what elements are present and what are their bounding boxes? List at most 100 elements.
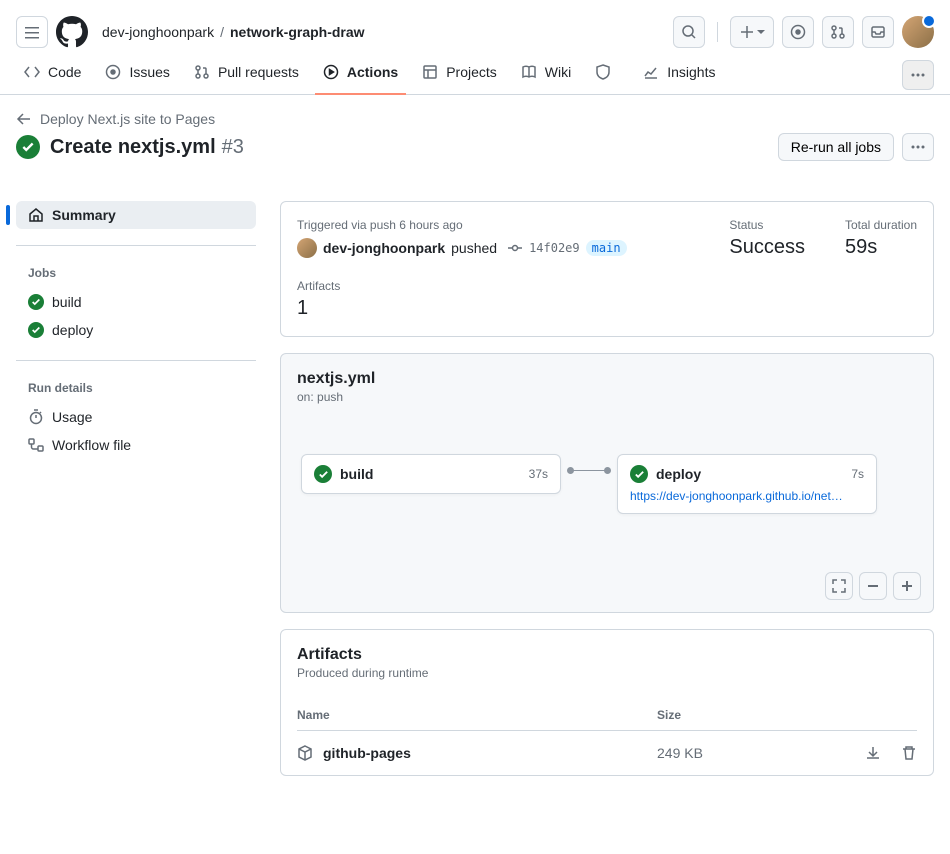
- check-icon: [28, 294, 44, 310]
- workflow-icon: [28, 437, 44, 453]
- workflow-trigger-label: on: push: [297, 390, 917, 404]
- rerun-all-jobs-button[interactable]: Re-run all jobs: [778, 133, 894, 161]
- tab-actions[interactable]: Actions: [315, 56, 406, 94]
- commit-sha-link[interactable]: 14f02e9: [529, 241, 580, 255]
- pusher-row: dev-jonghoonpark pushed 14f02e9 main: [297, 238, 689, 258]
- tab-wiki-label: Wiki: [545, 64, 571, 80]
- status-label: Status: [729, 218, 805, 232]
- delete-artifact-button[interactable]: [901, 745, 917, 761]
- tab-code[interactable]: Code: [16, 56, 89, 94]
- sidebar-workflow-file[interactable]: Workflow file: [16, 431, 256, 459]
- artifact-size: 249 KB: [657, 745, 817, 761]
- trash-icon: [901, 745, 917, 761]
- summary-panel: Triggered via push 6 hours ago dev-jongh…: [280, 201, 934, 337]
- back-link-label: Deploy Next.js site to Pages: [40, 111, 215, 127]
- shield-icon: [595, 64, 611, 80]
- fullscreen-button[interactable]: [825, 572, 853, 600]
- hamburger-menu-button[interactable]: [16, 16, 48, 48]
- check-icon: [28, 322, 44, 338]
- zoom-out-button[interactable]: [859, 572, 887, 600]
- minus-icon: [866, 579, 880, 593]
- deployment-url[interactable]: https://dev-jonghoonpark.github.io/net…: [630, 489, 864, 503]
- job-node-deploy[interactable]: deploy 7s https://dev-jonghoonpark.githu…: [617, 454, 877, 514]
- git-pull-request-icon: [830, 24, 846, 40]
- tabs-overflow-button[interactable]: [902, 60, 934, 90]
- branch-badge[interactable]: main: [586, 240, 627, 256]
- artifact-row: github-pages 249 KB: [297, 731, 917, 775]
- create-new-button[interactable]: [730, 16, 774, 48]
- code-icon: [24, 64, 40, 80]
- git-commit-icon: [507, 240, 523, 256]
- main-panels: Triggered via push 6 hours ago dev-jongh…: [280, 201, 934, 776]
- artifact-name-header: Name: [297, 708, 657, 722]
- workflow-name: nextjs.yml: [297, 370, 917, 388]
- table-icon: [422, 64, 438, 80]
- sidebar-job-build[interactable]: build: [16, 288, 256, 316]
- pusher-link[interactable]: dev-jonghoonpark: [323, 240, 445, 256]
- hamburger-icon: [24, 24, 40, 40]
- user-avatar[interactable]: [902, 16, 934, 48]
- page-title: Create nextjs.yml #3: [50, 136, 244, 159]
- sidebar-details-heading: Run details: [16, 381, 256, 395]
- download-artifact-button[interactable]: [865, 745, 881, 761]
- back-link[interactable]: Deploy Next.js site to Pages: [16, 111, 934, 127]
- pull-requests-button[interactable]: [822, 16, 854, 48]
- book-icon: [521, 64, 537, 80]
- sidebar-divider: [16, 245, 256, 246]
- kebab-horizontal-icon: [910, 67, 926, 83]
- inbox-button[interactable]: [862, 16, 894, 48]
- artifacts-panel: Artifacts Produced during runtime Name S…: [280, 629, 934, 776]
- breadcrumb-owner[interactable]: dev-jonghoonpark: [102, 24, 214, 40]
- inbox-icon: [870, 24, 886, 40]
- fullscreen-icon: [832, 579, 846, 593]
- tab-projects[interactable]: Projects: [414, 56, 505, 94]
- job-node-build[interactable]: build 37s: [301, 454, 561, 494]
- caret-down-icon: [757, 28, 765, 36]
- search-button[interactable]: [673, 16, 705, 48]
- sidebar-workflow-file-label: Workflow file: [52, 437, 131, 453]
- sidebar-job-label: deploy: [52, 322, 93, 338]
- play-circle-icon: [323, 64, 339, 80]
- package-icon: [297, 745, 313, 761]
- breadcrumb-separator: /: [220, 24, 224, 40]
- issues-button[interactable]: [782, 16, 814, 48]
- plus-icon: [739, 24, 755, 40]
- sidebar: Summary Jobs build deploy Run details Us…: [16, 201, 256, 459]
- tab-code-label: Code: [48, 64, 81, 80]
- tab-wiki[interactable]: Wiki: [513, 56, 579, 94]
- github-logo[interactable]: [56, 16, 88, 48]
- duration-value: 59s: [845, 236, 917, 259]
- breadcrumb-repo[interactable]: network-graph-draw: [230, 24, 365, 40]
- pusher-avatar[interactable]: [297, 238, 317, 258]
- sidebar-divider: [16, 360, 256, 361]
- search-icon: [681, 24, 697, 40]
- content-area: Summary Jobs build deploy Run details Us…: [0, 177, 950, 800]
- sidebar-summary[interactable]: Summary: [16, 201, 256, 229]
- run-title: Create nextjs.yml: [50, 136, 216, 159]
- status-value: Success: [729, 236, 805, 259]
- tab-insights-label: Insights: [667, 64, 715, 80]
- tab-issues[interactable]: Issues: [97, 56, 177, 94]
- tab-security[interactable]: [587, 56, 627, 94]
- sidebar-job-deploy[interactable]: deploy: [16, 316, 256, 344]
- artifacts-subtitle: Produced during runtime: [297, 666, 917, 680]
- check-icon: [314, 465, 332, 483]
- plus-icon: [900, 579, 914, 593]
- artifact-name-link[interactable]: github-pages: [323, 745, 411, 761]
- job-node-time: 37s: [529, 467, 548, 481]
- sidebar-usage[interactable]: Usage: [16, 403, 256, 431]
- tab-pulls[interactable]: Pull requests: [186, 56, 307, 94]
- pull-request-icon: [194, 64, 210, 80]
- duration-label: Total duration: [845, 218, 917, 232]
- job-node-name: build: [340, 466, 521, 482]
- sidebar-job-label: build: [52, 294, 82, 310]
- tab-insights[interactable]: Insights: [635, 56, 723, 94]
- artifacts-count: 1: [297, 297, 917, 320]
- tab-projects-label: Projects: [446, 64, 497, 80]
- run-actions-menu-button[interactable]: [902, 133, 934, 161]
- repo-tabs: Code Issues Pull requests Actions Projec…: [0, 56, 950, 95]
- graph-icon: [643, 64, 659, 80]
- zoom-in-button[interactable]: [893, 572, 921, 600]
- pushed-text: pushed: [451, 240, 497, 256]
- issue-icon: [105, 64, 121, 80]
